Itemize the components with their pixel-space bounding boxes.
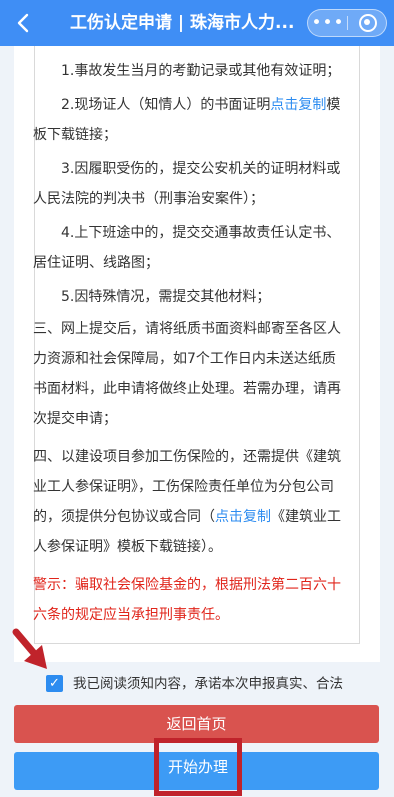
agree-label[interactable]: 我已阅读须知内容，承诺本次申报真实、合法 [73,672,343,696]
notice-section-3: 三、网上提交后，请将纸质书面资料邮寄至各区人力资源和社会保障局，如7个工作日内未… [33,321,341,427]
copy-link-construction[interactable]: 点击复制 [215,509,271,525]
notice-item-1: 1.事故发生当月的考勤记录或其他有效证明； [61,63,341,79]
target-circle-icon[interactable] [349,10,387,36]
chevron-left-icon [17,13,29,33]
annotation-arrow-icon [12,628,47,669]
capsule-divider [347,16,348,30]
back-button[interactable] [12,8,36,38]
notice-item-2: 2.现场证人（知情人）的书面证明点击复制模板下载链接； [33,97,341,143]
warning-text: 警示：骗取社会保险基金的，根据刑法第二百六十六条的规定应当承担刑事责任。 [33,577,341,623]
agree-checkbox[interactable]: ✓ [46,675,63,692]
copy-link-template[interactable]: 点击复制 [270,97,326,113]
more-dots-icon[interactable]: ••• [308,10,348,36]
start-button-label: 开始办理 [154,738,242,796]
miniprogram-capsule: ••• [307,9,387,37]
page-title: 工伤认定申请 | 珠海市人力... [70,13,295,33]
notice-item-3: 3.因履职受伤的，提交公安机关的证明材料或人民法院的判决书（刑事治安案件）； [33,161,341,207]
start-button[interactable]: 开始办理 [14,738,379,796]
nav-bar: 工伤认定申请 | 珠海市人力... ••• [0,0,394,46]
notice-item-5: 5.因特殊情况，需提交其他材料； [61,289,271,305]
notice-item-4: 4.上下班途中的，提交交通事故责任认定书、居住证明、线路图； [33,225,341,271]
close-dot [364,19,370,25]
notice-section-4: 四、以建设项目参加工伤保险的，还需提供《建筑业工人参保证明》，工伤保险责任单位为… [33,449,341,555]
